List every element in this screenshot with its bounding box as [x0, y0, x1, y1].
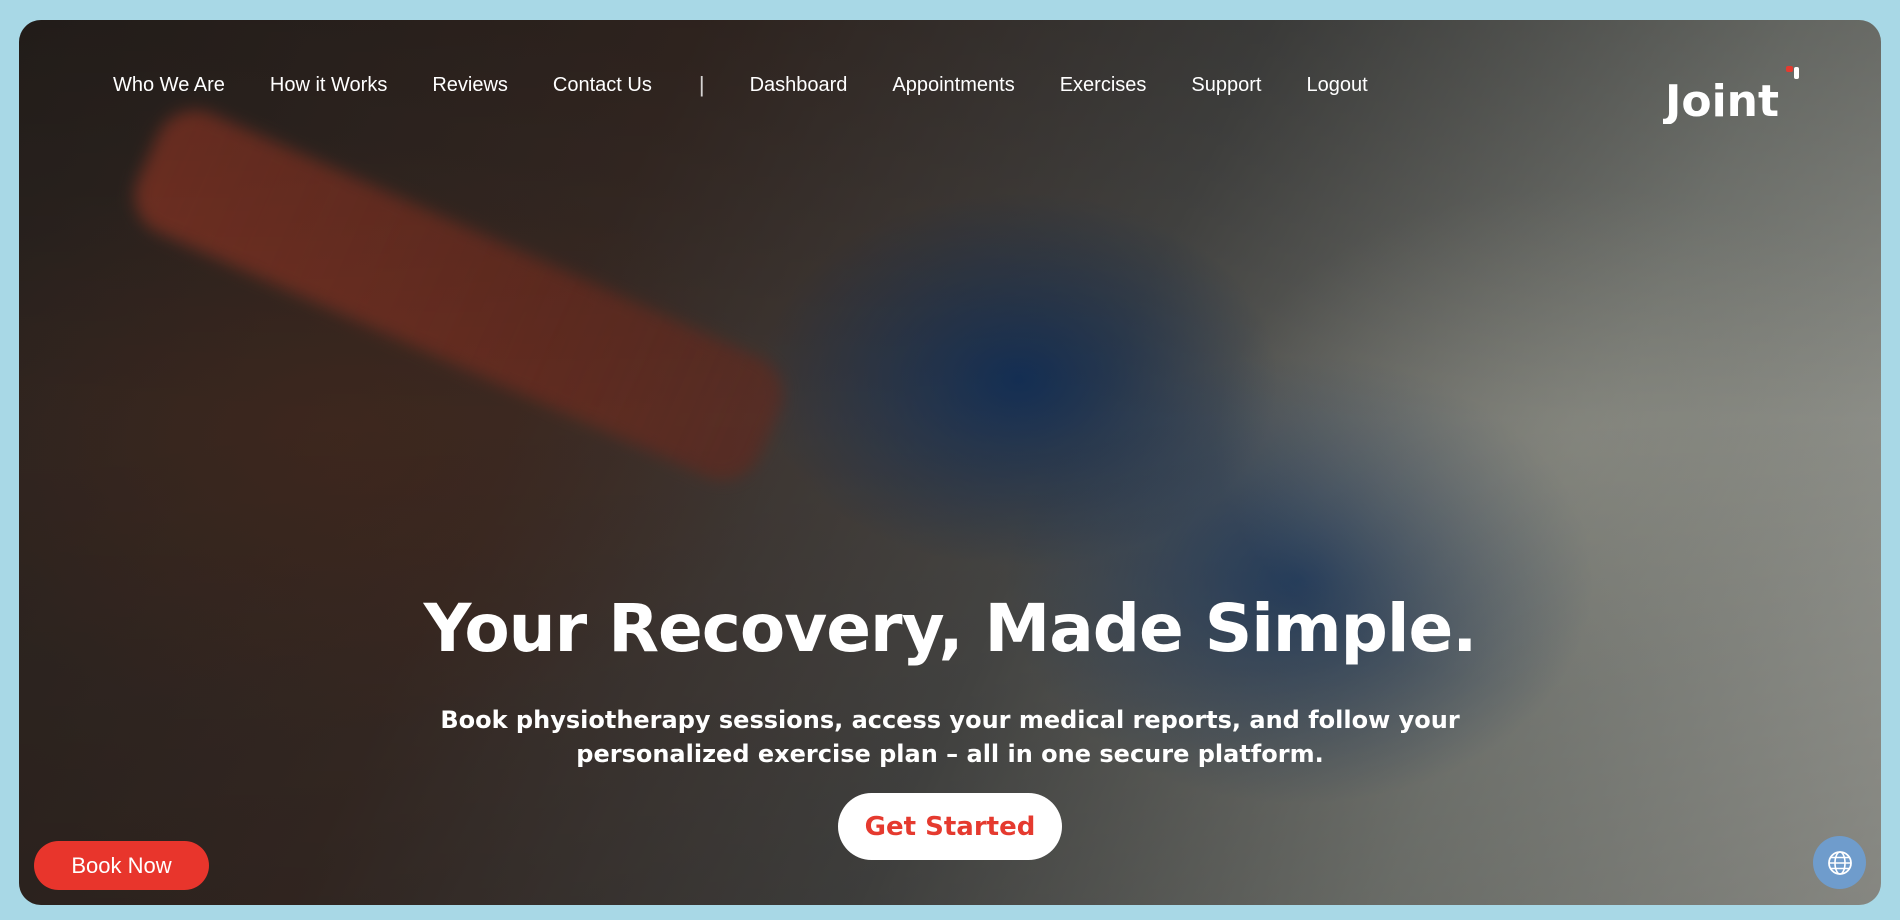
logo-accent-mark	[1786, 66, 1793, 72]
main-nav: Who We Are How it Works Reviews Contact …	[113, 72, 1413, 98]
page-frame: Who We Are How it Works Reviews Contact …	[0, 0, 1900, 920]
globe-icon	[1827, 850, 1852, 875]
logo-text: Joint	[1663, 76, 1779, 124]
language-button[interactable]	[1813, 836, 1866, 889]
joint-logo[interactable]: Joint	[1663, 62, 1803, 124]
nav-separator: |	[698, 72, 705, 97]
nav-logout[interactable]: Logout	[1306, 74, 1367, 97]
nav-contact-us[interactable]: Contact Us	[553, 74, 652, 97]
hero-headline: Your Recovery, Made Simple.	[423, 590, 1478, 667]
nav-appointments[interactable]: Appointments	[892, 74, 1014, 97]
nav-reviews[interactable]: Reviews	[432, 74, 508, 97]
hero-subheadline: Book physiotherapy sessions, access your…	[440, 706, 1460, 768]
get-started-button[interactable]: Get Started	[838, 793, 1062, 860]
nav-who-we-are[interactable]: Who We Are	[113, 74, 225, 97]
nav-dashboard[interactable]: Dashboard	[750, 74, 848, 97]
nav-support[interactable]: Support	[1191, 74, 1261, 97]
logo-accent-bar	[1794, 67, 1799, 79]
nav-exercises[interactable]: Exercises	[1060, 74, 1147, 97]
book-now-button[interactable]: Book Now	[34, 841, 209, 890]
nav-how-it-works[interactable]: How it Works	[270, 74, 387, 97]
hero-section: Who We Are How it Works Reviews Contact …	[19, 20, 1881, 905]
